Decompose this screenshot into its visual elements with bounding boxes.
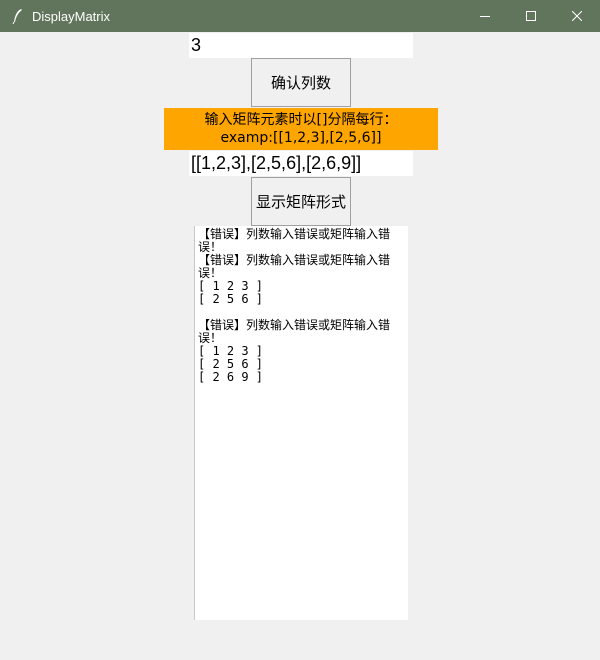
feather-icon <box>8 6 28 26</box>
matrix-input[interactable] <box>189 151 413 176</box>
close-button[interactable] <box>554 0 600 32</box>
close-icon <box>572 11 582 21</box>
title-bar[interactable]: DisplayMatrix <box>0 0 600 32</box>
show-matrix-button[interactable]: 显示矩阵形式 <box>251 177 351 226</box>
maximize-icon <box>526 11 536 21</box>
output-line: 【错误】列数输入错误或矩阵输入错误！ <box>198 253 391 280</box>
output-line: [ 2 5 6 ] <box>198 292 264 306</box>
output-text-area[interactable]: 【错误】列数输入错误或矩阵输入错误！ 【错误】列数输入错误或矩阵输入错误！ [ … <box>194 226 408 620</box>
columns-input[interactable] <box>189 33 413 58</box>
maximize-button[interactable] <box>508 0 554 32</box>
output-line: [ 2 6 9 ] <box>198 370 264 384</box>
confirm-columns-button[interactable]: 确认列数 <box>251 58 351 107</box>
instruction-line-1: 输入矩阵元素时以[]分隔每行： <box>204 112 398 128</box>
instruction-line-2: examp:[[1,2,3],[2,5,6]] <box>220 130 382 146</box>
output-line: 【错误】列数输入错误或矩阵输入错误！ <box>198 318 391 345</box>
minimize-icon <box>480 16 490 17</box>
minimize-button[interactable] <box>462 0 508 32</box>
instruction-label: 输入矩阵元素时以[]分隔每行： examp:[[1,2,3],[2,5,6]] <box>164 108 438 150</box>
output-line: 【错误】列数输入错误或矩阵输入错误！ <box>198 227 391 254</box>
window-controls <box>462 0 600 32</box>
window-title: DisplayMatrix <box>32 8 111 24</box>
